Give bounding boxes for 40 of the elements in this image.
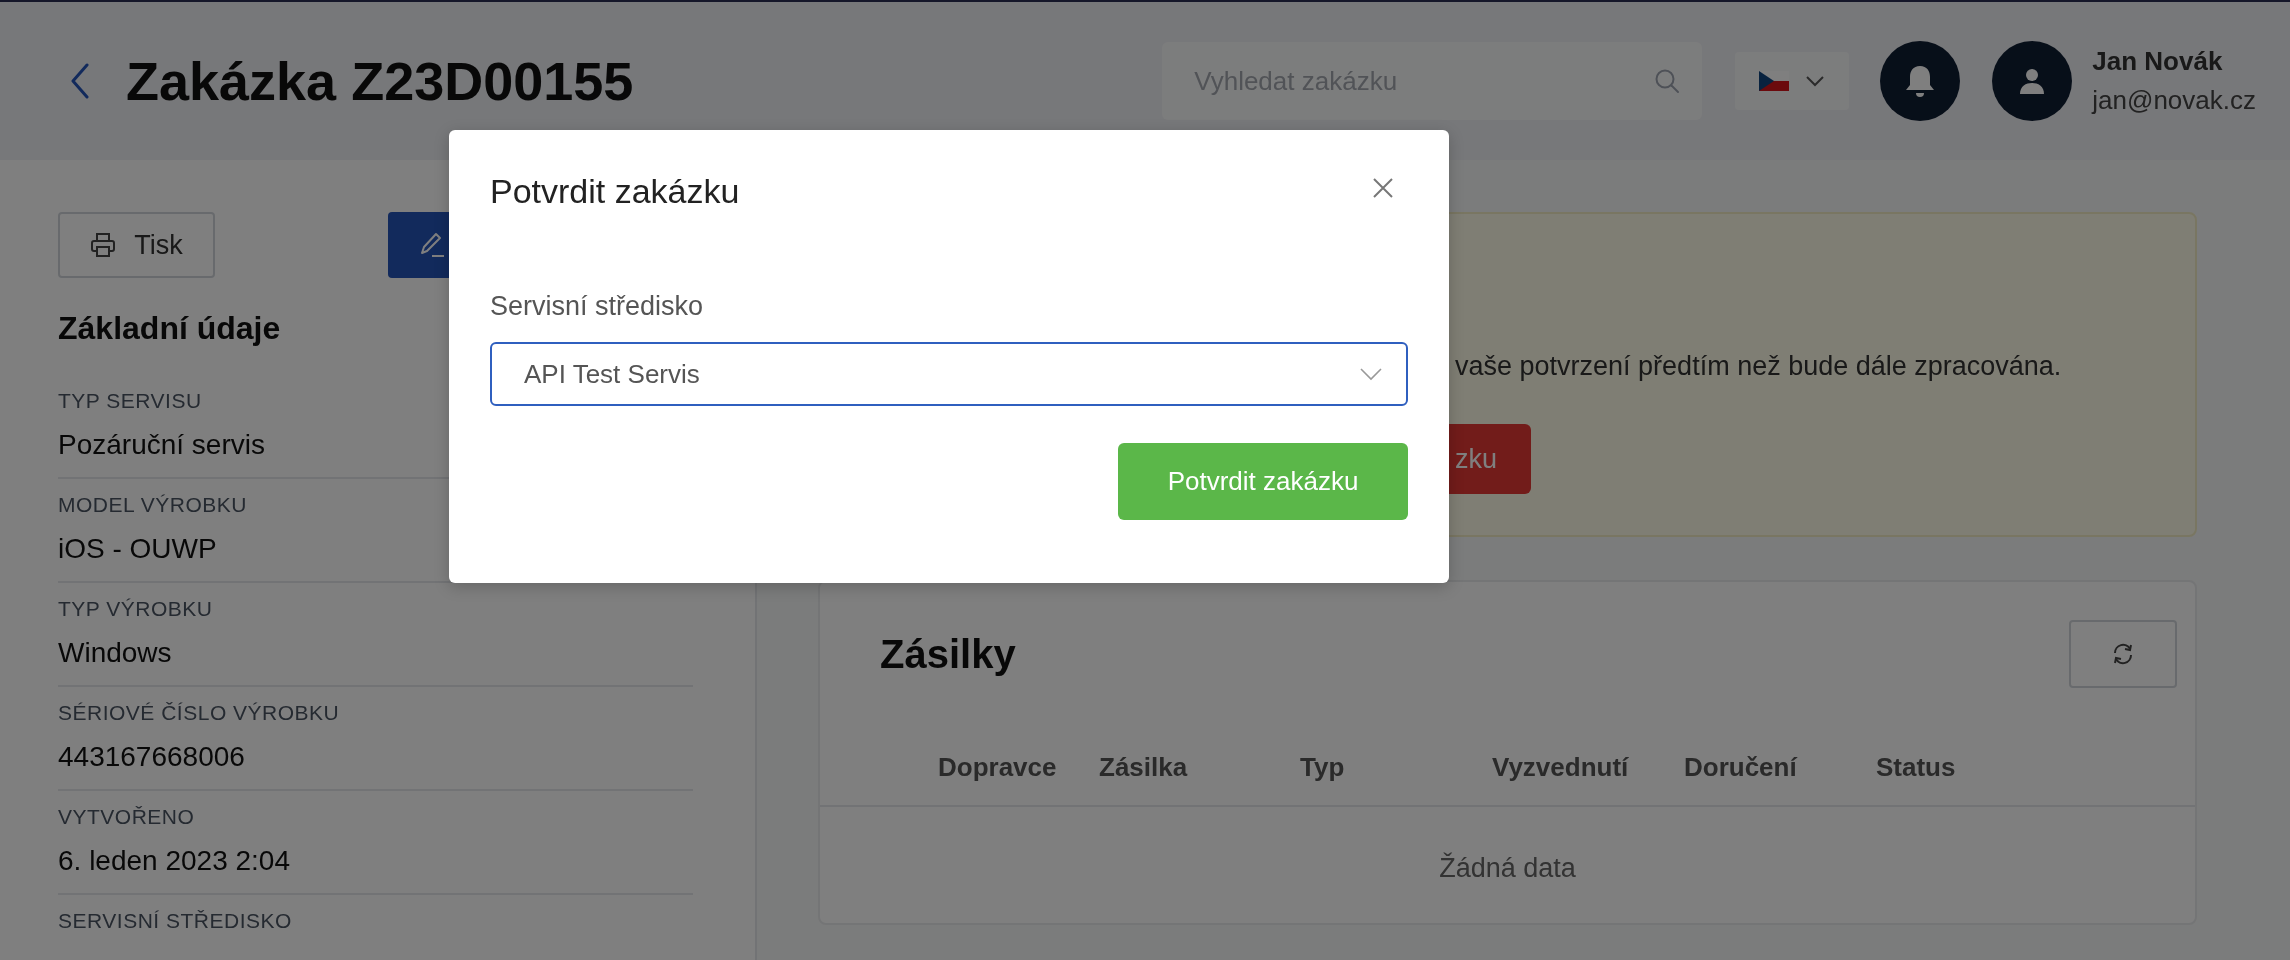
refresh-icon [2111,642,2135,666]
print-button[interactable]: Tisk [58,212,215,278]
field-value: 6. leden 2023 2:04 [58,845,291,877]
page-title: Zakázka Z23D00155 [126,50,634,112]
field-label: TYP SERVISU [58,389,203,413]
card-title: Zásilky [880,631,1016,677]
language-dropdown[interactable] [1735,52,1850,110]
field-value: Pozáruční servis [58,429,266,461]
confirm-button[interactable]: Potvrdit zakázku [1118,443,1408,520]
section-heading: Základní údaje [58,310,282,347]
service-center-select[interactable]: API Test Servis [490,342,1408,406]
column-header: Typ [1300,752,1346,783]
field-label: TYP VÝROBKU [58,597,214,621]
user-name: Jan Novák [2092,46,2224,77]
user-silhouette-icon [2018,67,2047,95]
printer-icon [90,232,117,258]
alert-message: vaše potvrzení předtím než bude dále zpracována. [1455,351,2062,382]
column-header: Dopravce [938,752,1058,783]
field-label: MODEL VÝROBKU [58,493,248,517]
column-header: Doručení [1684,752,1799,783]
field-value: Windows [58,637,173,669]
field-label: SÉRIOVÉ ČÍSLO VÝROBKU [58,701,341,725]
column-header: Zásilka [1099,752,1189,783]
close-icon[interactable] [1372,177,1394,199]
field-value: iOS - OUWP [58,533,218,565]
user-email: jan@novak.cz [2092,85,2256,116]
dialog-title: Potvrdit zakázku [490,172,740,211]
column-header: Status [1876,752,1957,783]
back-icon[interactable] [70,63,90,99]
pencil-icon [418,231,446,259]
search-icon [1654,68,1681,94]
field-label: Servisní středisko [490,291,705,322]
column-header: Vyzvednutí [1492,752,1630,783]
flag-icon [1759,71,1790,91]
field-label: VYTVOŘENO [58,805,196,829]
chevron-down-icon [1805,75,1826,87]
field-label: SERVISNÍ STŘEDISKO [58,909,293,933]
field-value: 443167668006 [58,741,246,773]
chevron-down-icon [1360,367,1382,381]
empty-message: Žádná data [1439,853,1576,884]
